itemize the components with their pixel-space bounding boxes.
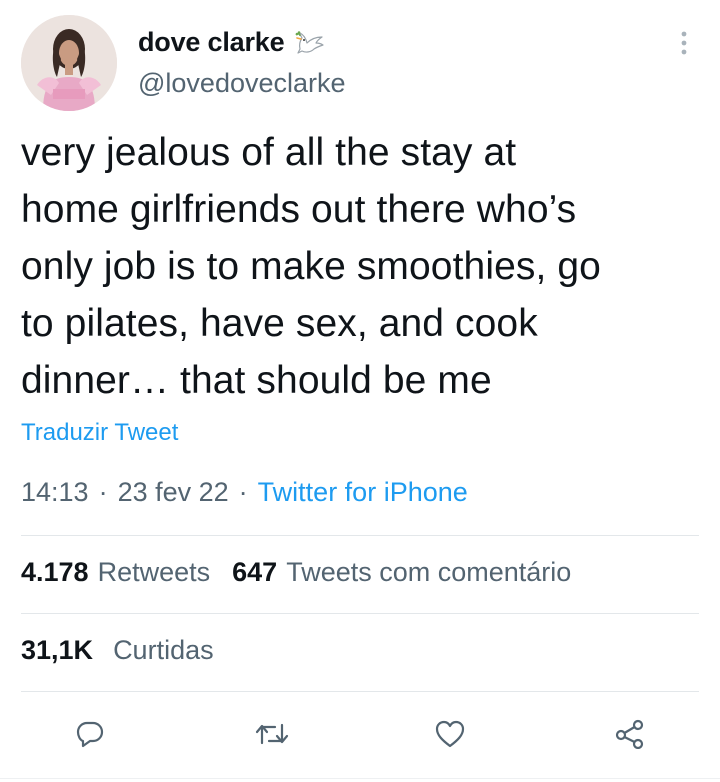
likes-stats-row: 31,1K Curtidas <box>21 635 214 666</box>
bottom-divider <box>0 778 720 779</box>
retweet-icon <box>255 723 289 745</box>
tweet-action-bar <box>0 712 720 760</box>
share-button[interactable] <box>608 712 652 756</box>
dove-icon <box>295 31 325 54</box>
tweet-source-link[interactable]: Twitter for iPhone <box>258 477 468 508</box>
author-name-row[interactable]: dove clarke <box>138 22 328 62</box>
reply-button[interactable] <box>68 712 112 756</box>
quotes-stat[interactable]: 647 Tweets com comentário <box>232 557 571 588</box>
likes-label: Curtidas <box>113 635 214 665</box>
author-handle[interactable]: @lovedoveclarke <box>138 68 346 99</box>
likes-count: 31,1K <box>21 635 94 665</box>
avatar-image <box>21 15 117 111</box>
reply-icon <box>76 721 104 748</box>
tweet-time[interactable]: 14:13 <box>21 477 89 508</box>
meta-separator: · <box>238 477 248 507</box>
divider <box>21 535 699 536</box>
retweet-button[interactable] <box>250 712 294 756</box>
retweets-count: 4.178 <box>21 557 89 587</box>
tweet-text: very jealous of all the stay at home gir… <box>21 131 601 402</box>
avatar[interactable] <box>21 15 117 111</box>
translate-tweet-link[interactable]: Traduzir Tweet <box>21 419 178 447</box>
likes-stat[interactable]: 31,1K Curtidas <box>21 635 214 666</box>
divider <box>21 613 699 614</box>
like-button[interactable] <box>428 712 472 756</box>
like-icon <box>435 720 465 748</box>
more-options-icon[interactable] <box>676 28 692 58</box>
meta-separator: · <box>98 477 108 507</box>
quotes-count: 647 <box>232 557 278 587</box>
share-icon <box>615 719 644 749</box>
quotes-label: Tweets com comentário <box>286 557 572 587</box>
tweet-date[interactable]: 23 fev 22 <box>118 477 229 508</box>
tweet-meta: 14:13 · 23 fev 22 · Twitter for iPhone <box>21 477 468 508</box>
divider <box>21 691 699 692</box>
author-display-name[interactable]: dove clarke <box>138 27 285 58</box>
retweets-stat[interactable]: 4.178 Retweets <box>21 557 210 588</box>
retweets-label: Retweets <box>97 557 211 587</box>
retweet-stats-row: 4.178 Retweets 647 Tweets com comentário <box>21 557 571 588</box>
